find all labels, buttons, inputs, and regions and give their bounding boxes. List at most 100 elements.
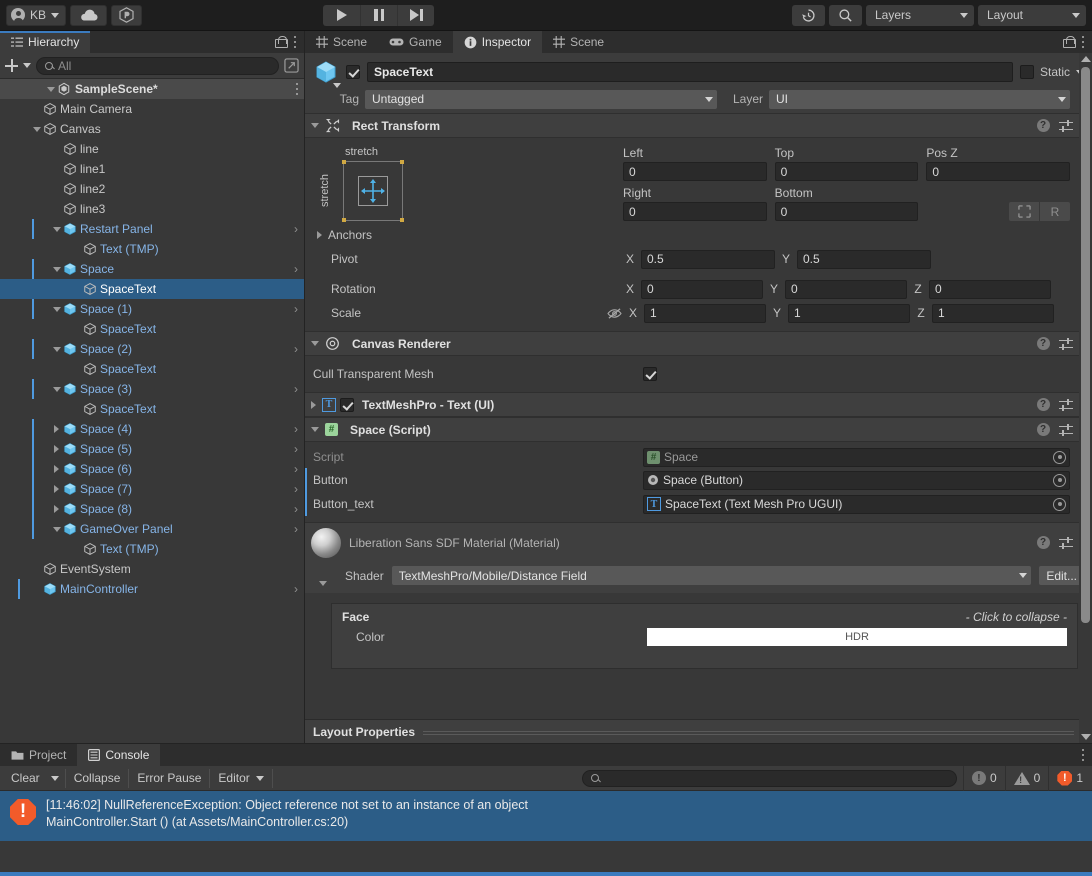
cull-transparent-checkbox[interactable]	[643, 367, 657, 381]
collapse-button[interactable]: Collapse	[66, 768, 130, 788]
console-log-entry[interactable]: [11:46:02] NullReferenceException: Objec…	[0, 791, 1092, 841]
tab-inspector[interactable]: Inspector	[452, 31, 543, 53]
prefab-open-chevron-icon[interactable]: ›	[294, 343, 298, 355]
clear-dropdown[interactable]	[45, 768, 66, 788]
prefab-open-chevron-icon[interactable]: ›	[294, 443, 298, 455]
inspector-scrollbar[interactable]	[1079, 53, 1092, 743]
help-icon[interactable]: ?	[1036, 536, 1050, 549]
preset-icon[interactable]	[1058, 337, 1073, 350]
component-header-tmp-text[interactable]: T TextMeshPro - Text (UI) ?	[305, 392, 1092, 417]
tmp-enabled-checkbox[interactable]	[340, 397, 354, 412]
tab-project[interactable]: Project	[0, 744, 77, 766]
chevron-down-icon[interactable]	[52, 306, 61, 312]
constrain-proportions-off-icon[interactable]	[607, 307, 622, 320]
help-icon[interactable]: ?	[1036, 398, 1050, 411]
edit-shader-button[interactable]: Edit...	[1039, 566, 1084, 585]
hierarchy-item-restart-panel[interactable]: Restart Panel ›	[0, 219, 304, 239]
object-picker-icon[interactable]	[1053, 473, 1066, 487]
hierarchy-item-text-tmp[interactable]: Text (TMP)	[0, 239, 304, 259]
chevron-down-icon[interactable]	[311, 427, 319, 432]
undo-history-button[interactable]	[791, 4, 825, 26]
bottom-field[interactable]: 0	[774, 202, 919, 221]
hierarchy-menu-icon[interactable]	[293, 35, 296, 49]
open-in-window-icon[interactable]	[284, 58, 299, 73]
hierarchy-item-space-4[interactable]: Space (4) ›	[0, 419, 304, 439]
chevron-down-icon[interactable]	[52, 266, 61, 272]
raw-edit-button[interactable]: R	[1040, 202, 1071, 221]
button-object-field[interactable]: Space (Button)	[643, 470, 1070, 490]
chevron-right-icon[interactable]	[54, 465, 59, 473]
anchors-row[interactable]: Anchors	[313, 223, 1084, 247]
object-picker-icon[interactable]	[1053, 450, 1066, 464]
account-button[interactable]: KB	[6, 4, 67, 26]
error-count[interactable]: 1	[1048, 765, 1089, 791]
tab-scene-1[interactable]: Scene	[305, 31, 378, 53]
anchor-preset-group[interactable]: stretch stretch	[313, 146, 613, 222]
blueprint-mode-button[interactable]	[1009, 202, 1040, 221]
warning-count[interactable]: 0	[1004, 765, 1049, 791]
cloud-button[interactable]	[70, 4, 108, 26]
hierarchy-item-spacetext[interactable]: SpaceText	[0, 319, 304, 339]
hierarchy-search-input[interactable]: All	[36, 56, 279, 75]
material-expand-icon[interactable]	[319, 581, 327, 586]
prefab-open-chevron-icon[interactable]: ›	[294, 303, 298, 315]
chevron-down-icon[interactable]	[333, 83, 341, 88]
tag-dropdown[interactable]: Untagged	[365, 89, 717, 109]
right-field[interactable]: 0	[623, 202, 767, 221]
rotation-x-field[interactable]: 0	[641, 279, 763, 299]
hierarchy-item-spacetext[interactable]: SpaceText	[0, 359, 304, 379]
console-menu-icon[interactable]	[1081, 748, 1084, 762]
prefab-open-chevron-icon[interactable]: ›	[294, 423, 298, 435]
tab-scene-2[interactable]: Scene	[542, 31, 615, 53]
hierarchy-item-spacetext[interactable]: SpaceText	[0, 399, 304, 419]
component-header-canvas-renderer[interactable]: Canvas Renderer ?	[305, 331, 1092, 356]
hierarchy-item-text-tmp[interactable]: Text (TMP)	[0, 539, 304, 559]
clear-button[interactable]: Clear	[3, 769, 45, 788]
prefab-open-chevron-icon[interactable]: ›	[294, 463, 298, 475]
left-field[interactable]: 0	[623, 162, 767, 181]
rotation-y-field[interactable]: 0	[785, 279, 907, 299]
scale-y-field[interactable]: 1	[788, 303, 910, 323]
prefab-open-chevron-icon[interactable]: ›	[294, 583, 298, 595]
hierarchy-item-space-7[interactable]: Space (7) ›	[0, 479, 304, 499]
anchor-preset-widget[interactable]	[342, 160, 404, 222]
material-header[interactable]: Liberation Sans SDF Material (Material) …	[305, 522, 1092, 562]
top-field[interactable]: 0	[774, 162, 919, 181]
button-text-object-field[interactable]: T SpaceText (Text Mesh Pro UGUI)	[643, 494, 1070, 514]
layout-dropdown[interactable]: Layout	[977, 4, 1086, 26]
chevron-down-icon[interactable]	[311, 341, 319, 346]
tab-hierarchy[interactable]: Hierarchy	[0, 31, 91, 53]
help-icon[interactable]: ?	[1036, 423, 1050, 436]
script-object-field[interactable]: Space	[643, 447, 1070, 467]
chevron-right-icon[interactable]	[54, 425, 59, 433]
component-header-space-script[interactable]: Space (Script) ?	[305, 417, 1092, 442]
hierarchy-tree[interactable]: SampleScene* Main Camera Canvas line line1 l…	[0, 79, 304, 743]
hierarchy-item-line2[interactable]: line2	[0, 179, 304, 199]
pause-button[interactable]	[360, 4, 397, 26]
preset-icon[interactable]	[1058, 536, 1073, 549]
prefab-open-chevron-icon[interactable]: ›	[294, 223, 298, 235]
hierarchy-item-eventsystem[interactable]: EventSystem	[0, 559, 304, 579]
play-button[interactable]	[323, 4, 360, 26]
scroll-down-arrow-icon[interactable]	[1079, 731, 1092, 743]
inspector-menu-icon[interactable]	[1081, 35, 1084, 49]
chevron-down-icon[interactable]	[23, 63, 31, 68]
preset-icon[interactable]	[1058, 398, 1073, 411]
editor-dropdown[interactable]: Editor	[210, 768, 273, 788]
hierarchy-item-space-6[interactable]: Space (6) ›	[0, 459, 304, 479]
layer-dropdown[interactable]: UI	[769, 89, 1070, 109]
layers-dropdown[interactable]: Layers	[865, 4, 974, 26]
hierarchy-item-line[interactable]: line	[0, 139, 304, 159]
chevron-down-icon[interactable]	[52, 346, 61, 352]
face-header[interactable]: Face - Click to collapse -	[332, 604, 1077, 628]
hierarchy-item-space-5[interactable]: Space (5) ›	[0, 439, 304, 459]
help-icon[interactable]: ?	[1036, 337, 1050, 350]
tab-game[interactable]: Game	[378, 31, 453, 53]
hierarchy-item-space-2[interactable]: Space (2) ›	[0, 339, 304, 359]
hierarchy-item-space-3[interactable]: Space (3) ›	[0, 379, 304, 399]
hierarchy-scene-row[interactable]: SampleScene*	[0, 79, 304, 99]
chevron-down-icon[interactable]	[52, 226, 61, 232]
scale-x-field[interactable]: 1	[644, 303, 766, 323]
hierarchy-item-space-8[interactable]: Space (8) ›	[0, 499, 304, 519]
object-active-checkbox[interactable]	[346, 65, 360, 79]
